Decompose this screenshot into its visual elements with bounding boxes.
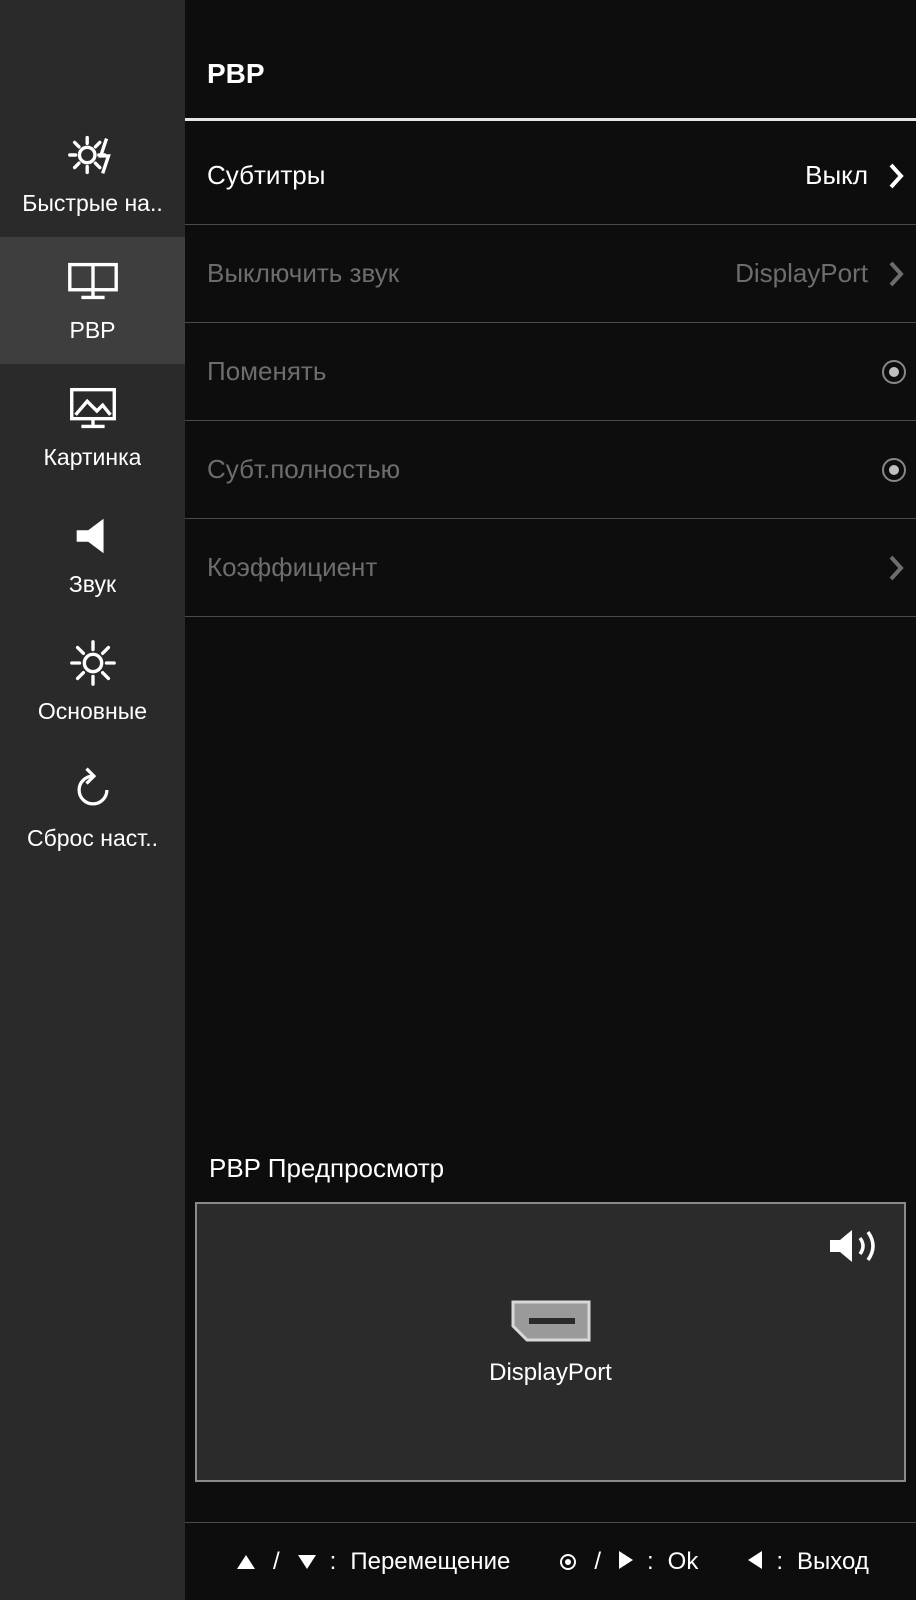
speaker-on-icon <box>826 1226 882 1266</box>
row-subtitles[interactable]: Субтитры Выкл <box>185 127 916 225</box>
footer-hints: / : Перемещение / : Ok : Выход <box>185 1522 916 1600</box>
sidebar-item-label: Быстрые на.. <box>22 190 162 217</box>
main-panel: PBP Субтитры Выкл Выключить звук Display… <box>185 0 916 1600</box>
pbp-icon <box>64 255 122 309</box>
sidebar-item-label: Картинка <box>44 444 142 471</box>
speaker-icon <box>64 509 122 563</box>
select-icon <box>560 1554 576 1570</box>
arrow-down-icon <box>298 1548 316 1576</box>
sidebar-item-quick[interactable]: Быстрые на.. <box>0 110 185 237</box>
hint-ok-label: Ok <box>668 1548 699 1576</box>
hint-exit: : Выход <box>748 1548 868 1576</box>
arrow-up-icon <box>237 1548 255 1576</box>
arrow-right-icon <box>619 1548 633 1576</box>
displayport-icon <box>509 1298 593 1349</box>
row-label: Выключить звук <box>207 258 735 289</box>
page-title: PBP <box>185 0 916 121</box>
quick-settings-icon <box>64 128 122 182</box>
row-label: Субт.полностью <box>207 454 874 485</box>
sidebar: Быстрые на.. PBP Картинка <box>0 0 185 1600</box>
row-value: DisplayPort <box>735 258 868 289</box>
sidebar-item-pbp[interactable]: PBP <box>0 237 185 364</box>
sidebar-item-sound[interactable]: Звук <box>0 491 185 618</box>
row-label: Субтитры <box>207 160 805 191</box>
hint-ok: / : Ok <box>560 1548 698 1576</box>
sidebar-item-reset[interactable]: Сброс наст.. <box>0 745 185 872</box>
chevron-right-icon <box>886 260 906 288</box>
row-label: Поменять <box>207 356 874 387</box>
sidebar-item-label: Звук <box>69 571 116 598</box>
chevron-right-icon <box>886 554 906 582</box>
settings-list: Субтитры Выкл Выключить звук DisplayPort… <box>185 121 916 617</box>
reset-icon <box>64 763 122 817</box>
preview-box: DisplayPort <box>195 1202 906 1482</box>
preview-section: PBP Предпросмотр DisplayPort <box>185 1153 916 1522</box>
row-mute: Выключить звук DisplayPort <box>185 225 916 323</box>
gear-icon <box>64 636 122 690</box>
row-ratio: Коэффициент <box>185 519 916 617</box>
sidebar-item-label: Основные <box>38 698 147 725</box>
hint-exit-label: Выход <box>797 1548 869 1576</box>
radio-icon <box>882 360 906 384</box>
sidebar-item-label: PBP <box>69 317 115 344</box>
row-swap: Поменять <box>185 323 916 421</box>
sidebar-item-general[interactable]: Основные <box>0 618 185 745</box>
row-label: Коэффициент <box>207 552 886 583</box>
arrow-left-icon <box>748 1548 762 1576</box>
preview-port-label: DisplayPort <box>489 1359 612 1387</box>
sidebar-item-picture[interactable]: Картинка <box>0 364 185 491</box>
row-value: Выкл <box>805 160 868 191</box>
chevron-right-icon <box>886 162 906 190</box>
row-sub-full: Субт.полностью <box>185 421 916 519</box>
radio-icon <box>882 458 906 482</box>
hint-move-label: Перемещение <box>350 1548 510 1576</box>
picture-icon <box>64 382 122 436</box>
hint-move: / : Перемещение <box>237 1548 510 1576</box>
sidebar-item-label: Сброс наст.. <box>27 825 158 852</box>
preview-title: PBP Предпросмотр <box>195 1153 906 1202</box>
